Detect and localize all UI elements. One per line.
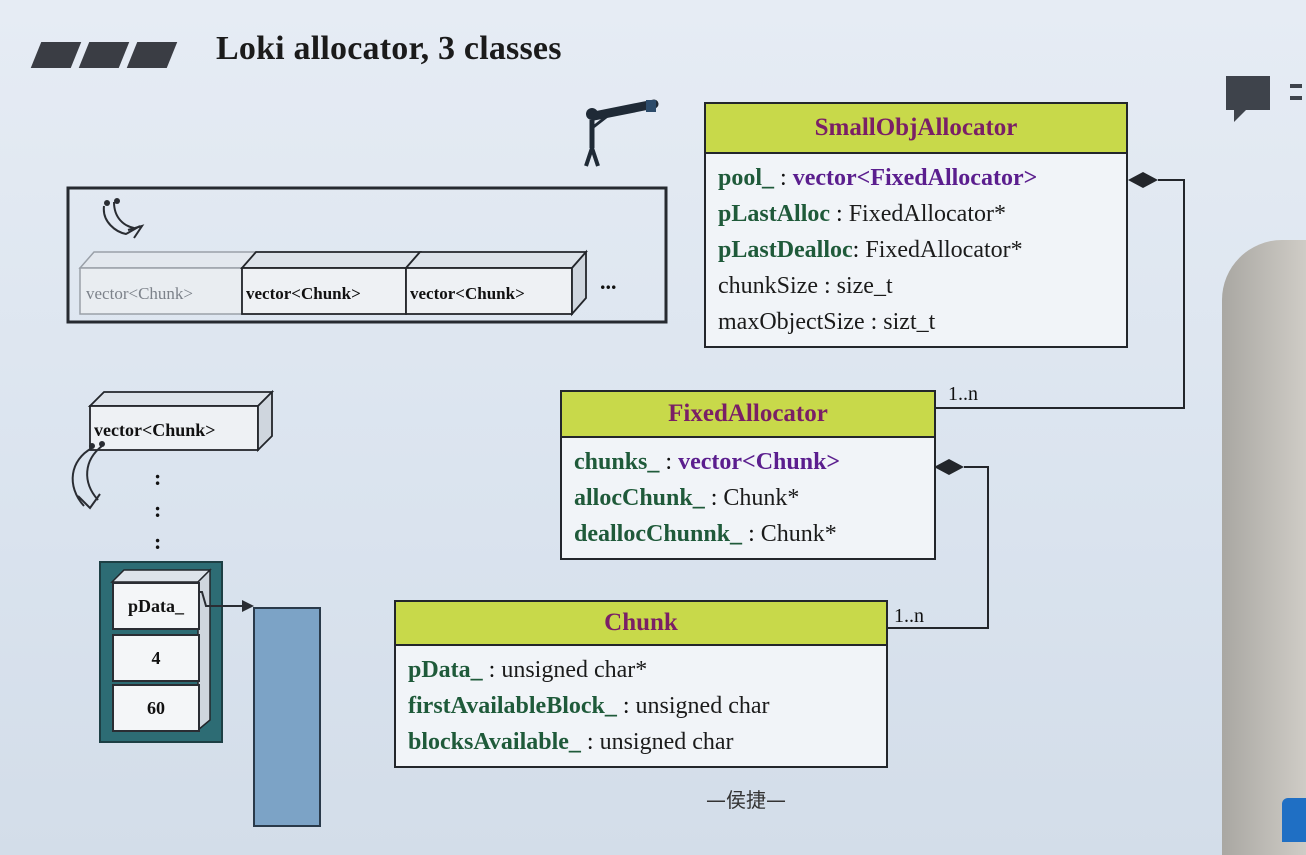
attr-name: allocChunk_ — [574, 485, 705, 511]
attribute-plastalloc: pLastAlloc : FixedAllocator* — [718, 196, 1114, 232]
attr-sep: : — [742, 521, 761, 547]
multiplicity-chunks-chunk: 1..n — [894, 605, 924, 627]
attr-name: pLastAlloc — [718, 201, 831, 227]
class-name: SmallObjAllocator — [706, 104, 1126, 154]
attribute-chunksize: chunkSize : size_t — [718, 268, 1114, 304]
attribute-maxobjectsize: maxObjectSize : sizt_t — [718, 304, 1114, 340]
attr-name: pool_ — [718, 165, 775, 191]
attribute-pdata: pData_ : unsigned char* — [408, 652, 874, 688]
class-attributes: chunks_ : vector<Chunk> allocChunk_ : Ch… — [562, 438, 934, 558]
class-name: FixedAllocator — [562, 392, 934, 438]
attr-type: Chunk* — [723, 485, 800, 511]
left-stack-dot-3: : — [154, 529, 162, 554]
stack-cell-4: 4 — [112, 634, 200, 682]
attr-sep: : — [830, 201, 849, 227]
attribute-allocchunk: allocChunk_ : Chunk* — [574, 480, 922, 516]
top-vector-cell-3: vector<Chunk> — [410, 284, 525, 303]
class-chunk: Chunk pData_ : unsigned char* firstAvail… — [394, 600, 888, 768]
attribute-deallocchunnk: deallocChunnk_ : Chunk* — [574, 516, 922, 552]
attr-type: chunkSize : size_t — [718, 273, 893, 299]
author-mark: —侯捷— — [706, 788, 786, 812]
left-vector-label: vector<Chunk> — [94, 420, 216, 440]
attr-sep: : — [704, 485, 724, 511]
class-attributes: pool_ : vector<FixedAllocator> pLastAllo… — [706, 154, 1126, 346]
attr-type: unsigned char — [635, 693, 770, 719]
attribute-pool: pool_ : vector<FixedAllocator> — [718, 160, 1114, 196]
attr-type: FixedAllocator* — [865, 237, 1023, 263]
multiplicity-pool-fixed: 1..n — [948, 383, 978, 405]
attr-type: Chunk* — [760, 521, 837, 547]
attribute-plastdealloc: pLastDealloc: FixedAllocator* — [718, 232, 1114, 268]
attribute-chunks: chunks_ : vector<Chunk> — [574, 444, 922, 480]
attr-type: unsigned char — [599, 729, 734, 755]
attr-sep: : — [774, 165, 793, 191]
attr-sep: : — [482, 657, 502, 683]
attribute-firstavailableblock: firstAvailableBlock_ : unsigned char — [408, 688, 874, 724]
attr-sep: : — [659, 449, 679, 475]
top-vector-ellipsis: ... — [600, 269, 617, 294]
attr-sep: : — [616, 693, 636, 719]
top-vector-cell-2: vector<Chunk> — [246, 284, 361, 303]
class-small-obj-allocator: SmallObjAllocator pool_ : vector<FixedAl… — [704, 102, 1128, 348]
attr-sep: : — [580, 729, 600, 755]
attr-name: firstAvailableBlock_ — [408, 693, 617, 719]
left-stack-dot-1: : — [154, 465, 162, 490]
attr-type: FixedAllocator* — [848, 201, 1006, 227]
stack-cell-60: 60 — [112, 684, 200, 732]
attr-type: unsigned char* — [501, 657, 648, 683]
stack-cell-pdata: pData_ — [112, 582, 200, 630]
class-attributes: pData_ : unsigned char* firstAvailableBl… — [396, 646, 886, 766]
class-name: Chunk — [396, 602, 886, 646]
left-stack-dot-2: : — [154, 497, 162, 522]
attr-name: pData_ — [408, 657, 483, 683]
attr-type: vector<FixedAllocator> — [792, 165, 1038, 191]
attr-sep: : — [852, 237, 866, 263]
attr-type: vector<Chunk> — [678, 449, 841, 475]
attr-name: chunks_ — [574, 449, 660, 475]
class-fixed-allocator: FixedAllocator chunks_ : vector<Chunk> a… — [560, 390, 936, 560]
attr-type: maxObjectSize : sizt_t — [718, 309, 936, 335]
attr-name: pLastDealloc — [718, 237, 853, 263]
attr-name: blocksAvailable_ — [408, 729, 581, 755]
attr-name: deallocChunnk_ — [574, 521, 743, 547]
attribute-blocksavailable: blocksAvailable_ : unsigned char — [408, 724, 874, 760]
top-vector-cell-1: vector<Chunk> — [86, 284, 193, 303]
